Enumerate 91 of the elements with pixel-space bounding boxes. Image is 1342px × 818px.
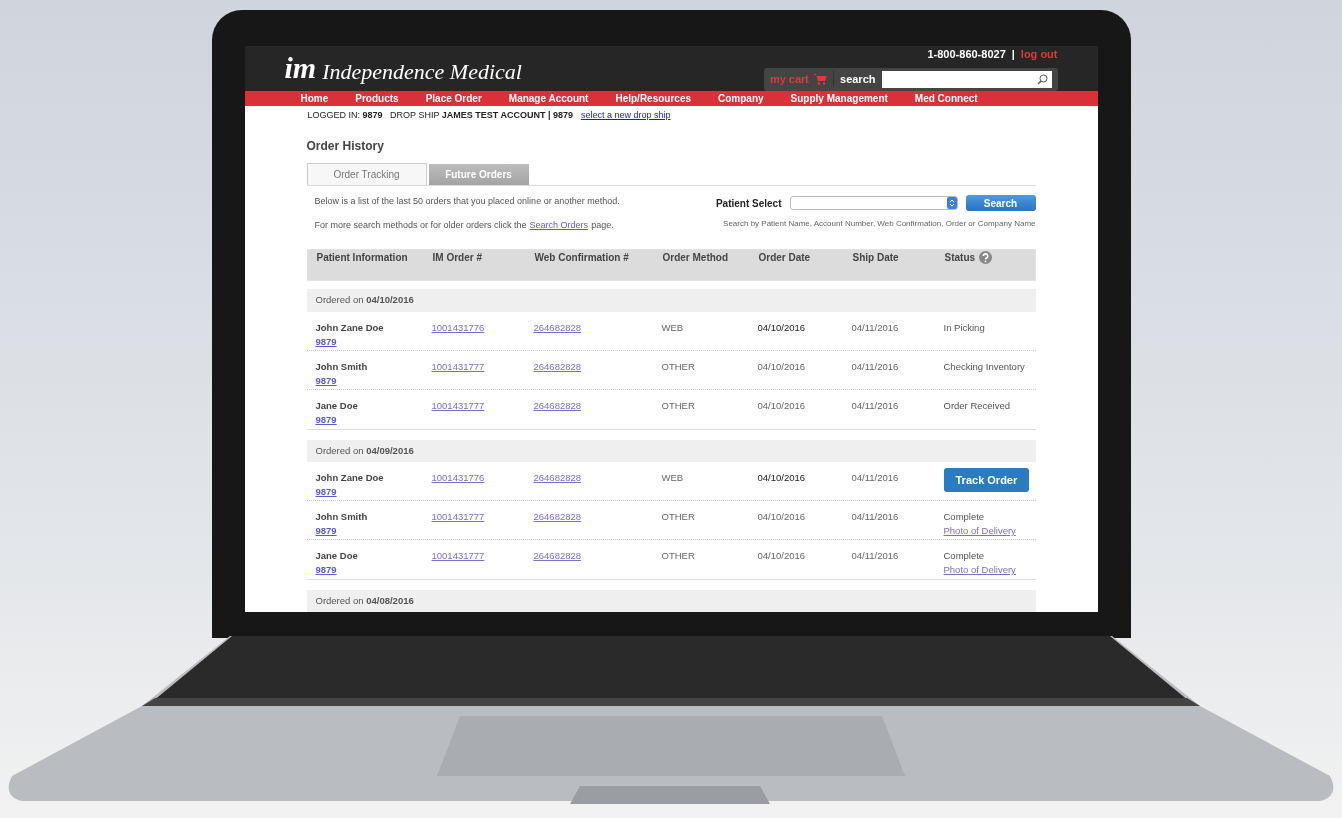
- order-method: OTHER: [661, 359, 696, 374]
- order-number-link[interactable]: 1001431777: [431, 399, 485, 411]
- order-date: 04/10/2016: [757, 359, 807, 374]
- patient-name: John Zane Doe: [315, 320, 385, 335]
- photo-of-delivery-link[interactable]: Photo of Delivery: [943, 563, 1027, 578]
- confirmation-link[interactable]: 264682828: [533, 510, 582, 522]
- ship-date: 04/11/2016: [851, 359, 900, 374]
- confirmation-link[interactable]: 264682828: [533, 360, 582, 372]
- intro-text: page.: [591, 218, 614, 232]
- patient-name: John Zane Doe: [315, 470, 385, 485]
- patient-name: Jane Doe: [315, 398, 359, 413]
- ship-date: 04/11/2016: [851, 509, 900, 524]
- ship-date: 04/11/2016: [851, 548, 900, 563]
- confirmation-link[interactable]: 264682828: [533, 471, 582, 483]
- group-heading: Ordered on 04/10/2016: [306, 289, 1036, 312]
- intro-text: Below is a list of the last 50 orders that you placed online or another method.: [314, 195, 620, 209]
- search-hint: Search by Patient Name, Account Number, Web Confirmation, Order or Company Name: [723, 218, 1036, 231]
- nav-link[interactable]: Company: [718, 90, 764, 106]
- account-link[interactable]: 9879: [315, 524, 432, 539]
- brand-name: Independence Medical: [322, 61, 522, 84]
- nav-link[interactable]: Med Connect: [914, 90, 978, 106]
- order-number-link[interactable]: 1001431777: [431, 549, 485, 561]
- status-text: Complete: [943, 548, 986, 563]
- status-text: Order Received: [943, 399, 1011, 411]
- account-link[interactable]: 9879: [315, 334, 432, 349]
- order-method: WEB: [661, 470, 685, 485]
- patient-name: Jane Doe: [315, 548, 359, 563]
- account-link[interactable]: 9879: [315, 485, 432, 500]
- search-icon: [1036, 73, 1048, 85]
- patient-name: John Smith: [315, 359, 369, 374]
- ship-date: 04/11/2016: [851, 398, 900, 413]
- order-date: 04/10/2016: [757, 548, 807, 563]
- nav-link[interactable]: Help/Resources: [615, 90, 692, 106]
- order-method: OTHER: [661, 509, 696, 524]
- column-header: Order Date: [758, 251, 811, 266]
- phone-number: 1-800-860-8027: [927, 47, 1006, 62]
- column-header: Order Method: [662, 251, 729, 266]
- search-orders-link[interactable]: Search Orders: [529, 218, 589, 233]
- account-link[interactable]: 9879: [315, 373, 432, 388]
- order-number-link[interactable]: 1001431777: [431, 510, 485, 522]
- cart-icon: [813, 73, 827, 85]
- nav-link[interactable]: Products: [355, 90, 399, 106]
- nav-link[interactable]: Supply Management: [790, 90, 888, 106]
- search-button[interactable]: Search: [965, 195, 1036, 212]
- order-method: OTHER: [661, 398, 696, 413]
- order-method: WEB: [661, 320, 685, 335]
- group-heading: Ordered on 04/08/2016: [306, 589, 1036, 612]
- order-number-link[interactable]: 1001431776: [431, 471, 485, 483]
- group-heading: Ordered on 04/09/2016: [306, 439, 1036, 462]
- page-title: Order History: [306, 138, 385, 156]
- status-text: In Picking: [943, 321, 985, 333]
- account-link[interactable]: 9879: [315, 563, 432, 578]
- tab[interactable]: Order Tracking: [306, 163, 427, 186]
- order-date: 04/10/2016: [757, 320, 807, 335]
- column-header: Web Confirmation #: [534, 251, 629, 266]
- order-number-link[interactable]: 1001431776: [431, 321, 485, 333]
- help-icon: [979, 251, 993, 265]
- confirmation-link[interactable]: 264682828: [533, 321, 582, 333]
- dropdown-arrows-icon: [946, 197, 957, 210]
- column-header: Status: [944, 251, 976, 266]
- confirmation-link[interactable]: 264682828: [533, 549, 582, 561]
- patient-select-dropdown[interactable]: [789, 196, 958, 211]
- patient-name: John Smith: [315, 509, 369, 524]
- ship-date: 04/11/2016: [851, 320, 900, 335]
- intro-text: For more search methods or for older orders click the: [314, 218, 527, 232]
- drop-ship-link[interactable]: select a new drop ship: [580, 108, 671, 123]
- order-method: OTHER: [661, 548, 696, 563]
- order-date: 04/10/2016: [757, 398, 807, 413]
- ship-date: 04/11/2016: [851, 470, 900, 485]
- search-label: search: [840, 71, 876, 87]
- order-number-link[interactable]: 1001431777: [431, 360, 485, 372]
- column-header: Ship Date: [852, 251, 899, 266]
- logout-link[interactable]: log out: [1020, 46, 1058, 63]
- nav-link[interactable]: Manage Account: [508, 90, 589, 106]
- photo-of-delivery-link[interactable]: Photo of Delivery: [943, 524, 1027, 539]
- track-order-button[interactable]: Track Order: [943, 467, 1030, 493]
- brand-mark: im: [284, 53, 317, 84]
- column-header: IM Order #: [432, 251, 482, 266]
- status-text: Checking Inventory: [943, 360, 1025, 372]
- search-field[interactable]: [881, 70, 1052, 88]
- status-text: Complete: [943, 509, 986, 524]
- order-date: 04/10/2016: [757, 470, 807, 485]
- account-info: LOGGED IN: 9879 DROP SHIP JAMES TEST ACCOUNT | 9879: [307, 108, 573, 122]
- confirmation-link[interactable]: 264682828: [533, 399, 582, 411]
- account-link[interactable]: 9879: [315, 412, 432, 427]
- nav-link[interactable]: Home: [300, 90, 329, 106]
- column-header: Patient Information: [316, 251, 408, 266]
- patient-select-label: Patient Select: [715, 196, 782, 211]
- order-date: 04/10/2016: [757, 509, 807, 524]
- nav-link[interactable]: Place Order: [425, 90, 482, 106]
- separator: |: [1011, 47, 1015, 62]
